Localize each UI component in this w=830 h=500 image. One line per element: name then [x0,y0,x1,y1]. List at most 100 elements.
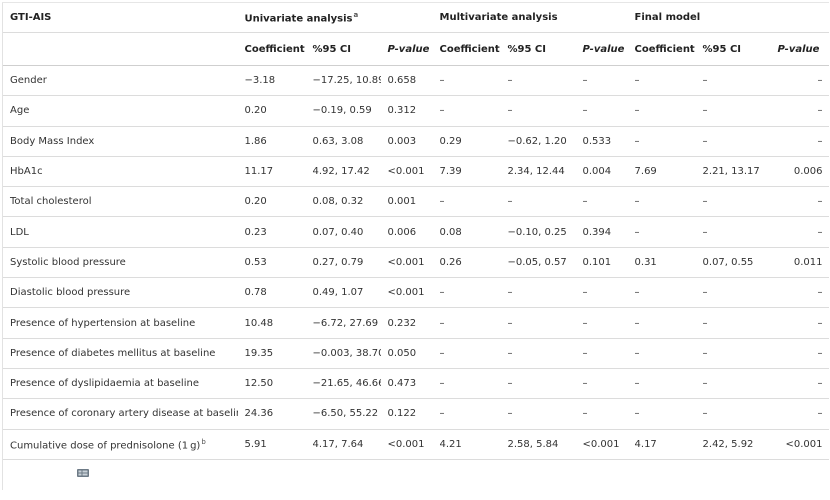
table-row: HbA1c 11.17 4.92, 17.42 <0.001 7.39 2.34, 12.… [2,155,829,187]
pvalue-cell: – [770,277,829,308]
row-label-text: Presence of dyslipidaemia at baseline [10,378,199,390]
coefficient-cell: – [432,64,501,96]
ci-cell: −0.19, 0.59 [305,95,381,127]
pvalue-cell: <0.001 [380,277,433,308]
table-body: Gender −3.18 −17.25, 10.89 0.658– – – – – – Age 0.… [2,64,829,460]
col-header-ci: %95 CI [305,32,381,66]
coefficient-cell: 24.36 [237,398,306,430]
coefficient-cell: 1.86 [237,125,306,157]
pvalue-cell: – [770,367,829,399]
ci-cell: – [695,398,771,430]
empty-header-cell [2,32,238,66]
coefficient-cell: 0.08 [432,216,501,248]
coefficient-cell: 11.17 [237,155,306,187]
table-row: Body Mass Index 1.86 0.63, 3.08 0.003 0.29 −0… [2,125,829,157]
coefficient-cell: – [627,186,696,217]
table-container: GTI-AIS Univariate analysisa Multivariat… [1,2,829,496]
group-final-model-label: Final model [634,12,701,23]
group-multivariate-label: Multivariate analysis [439,12,558,23]
col-header-ci: %95 CI [695,32,771,66]
coefficient-cell: 0.53 [237,246,306,278]
coefficient-cell: 10.48 [237,307,306,339]
coefficient-cell: – [627,216,696,248]
table-row: Cumulative dose of prednisolone (1 g)b 5.… [2,428,829,460]
ci-cell: – [695,186,771,217]
row-label-text: Total cholesterol [10,196,92,208]
coefficient-cell: 4.21 [432,428,501,460]
coefficient-cell: – [627,277,696,308]
pvalue-cell: – [770,64,829,96]
ci-cell: 2.34, 12.44 [500,155,576,187]
table-row: Total cholesterol 0.20 0.08, 0.32 0.001– – – –… [2,186,829,217]
ci-cell: – [695,337,771,369]
coefficient-cell: – [627,337,696,369]
coefficient-cell: 0.20 [237,186,306,217]
pvalue-cell: – [575,367,628,399]
table-row: Gender −3.18 −17.25, 10.89 0.658– – – – – – [2,64,829,96]
ci-cell: – [500,337,576,369]
row-label-text: Cumulative dose of prednisolone (1 g) [10,439,201,451]
pvalue-cell: <0.001 [380,155,433,187]
coefficient-cell: – [432,95,501,127]
coefficient-cell: 7.39 [432,155,501,187]
col-header-coefficient: Coefficient [237,32,306,66]
col-header-pvalue: P-value [770,32,829,66]
table-expand-icon[interactable] [76,468,90,478]
ci-cell: – [500,95,576,127]
row-label-text: Age [10,105,30,117]
col-header-coefficient: Coefficient [627,32,696,66]
row-label: Age [2,95,238,127]
row-label: Systolic blood pressure [2,246,238,278]
coefficient-cell: 0.26 [432,246,501,278]
group-univariate: Univariate analysisa [237,2,433,33]
pvalue-cell: – [770,337,829,369]
coefficient-cell: 0.29 [432,125,501,157]
ci-cell: 0.49, 1.07 [305,277,381,308]
row-label: Total cholesterol [2,186,238,217]
ci-cell: 2.21, 13.17 [695,155,771,187]
pvalue-cell: <0.001 [770,428,829,460]
ci-cell: 2.42, 5.92 [695,428,771,460]
row-label: Diastolic blood pressure [2,277,238,308]
ci-cell: −0.05, 0.57 [500,246,576,278]
coefficient-cell: 5.91 [237,428,306,460]
results-table: GTI-AIS Univariate analysisa Multivariat… [1,2,829,490]
coefficient-cell: – [627,95,696,127]
row-label: Presence of dyslipidaemia at baseline [2,367,238,399]
row-label-text: Presence of diabetes mellitus at baselin… [10,347,216,359]
pvalue-cell: 0.473 [380,367,433,399]
ci-cell: – [695,307,771,339]
ci-cell: – [695,216,771,248]
ci-cell: 4.17, 7.64 [305,428,381,460]
row-label: Body Mass Index [2,125,238,157]
table-row: Presence of hypertension at baseline 10.4… [2,307,829,339]
ci-cell: – [695,95,771,127]
ci-cell: 0.63, 3.08 [305,125,381,157]
coefficient-cell: – [432,398,501,430]
footnote-marker-b[interactable]: b [201,438,205,446]
pvalue-cell: – [575,95,628,127]
pvalue-cell: 0.232 [380,307,433,339]
coefficient-cell: – [627,367,696,399]
ci-cell: – [695,64,771,96]
col-header-coefficient: Coefficient [432,32,501,66]
row-label: Presence of hypertension at baseline [2,307,238,339]
coefficient-cell: – [432,367,501,399]
table-row: LDL 0.23 0.07, 0.40 0.006 0.08 −0.10, 0.25 0.3… [2,216,829,248]
ci-cell: – [695,277,771,308]
pvalue-cell: – [575,64,628,96]
pvalue-cell: 0.101 [575,246,628,278]
table-title: GTI-AIS [2,2,238,33]
row-label: Presence of diabetes mellitus at baselin… [2,337,238,369]
header-group-row: GTI-AIS Univariate analysisa Multivariat… [2,2,829,33]
footnote-marker-a[interactable]: a [353,11,358,19]
pvalue-cell: 0.050 [380,337,433,369]
coefficient-cell: 4.17 [627,428,696,460]
pvalue-cell: – [770,216,829,248]
ci-cell: 0.27, 0.79 [305,246,381,278]
group-final-model: Final model [627,2,829,33]
ci-cell: – [695,125,771,157]
pvalue-cell: 0.122 [380,398,433,430]
table-row: Age 0.20 −0.19, 0.59 0.312– – – – – – [2,95,829,127]
table-row: Diastolic blood pressure 0.78 0.49, 1.07 <0… [2,277,829,308]
